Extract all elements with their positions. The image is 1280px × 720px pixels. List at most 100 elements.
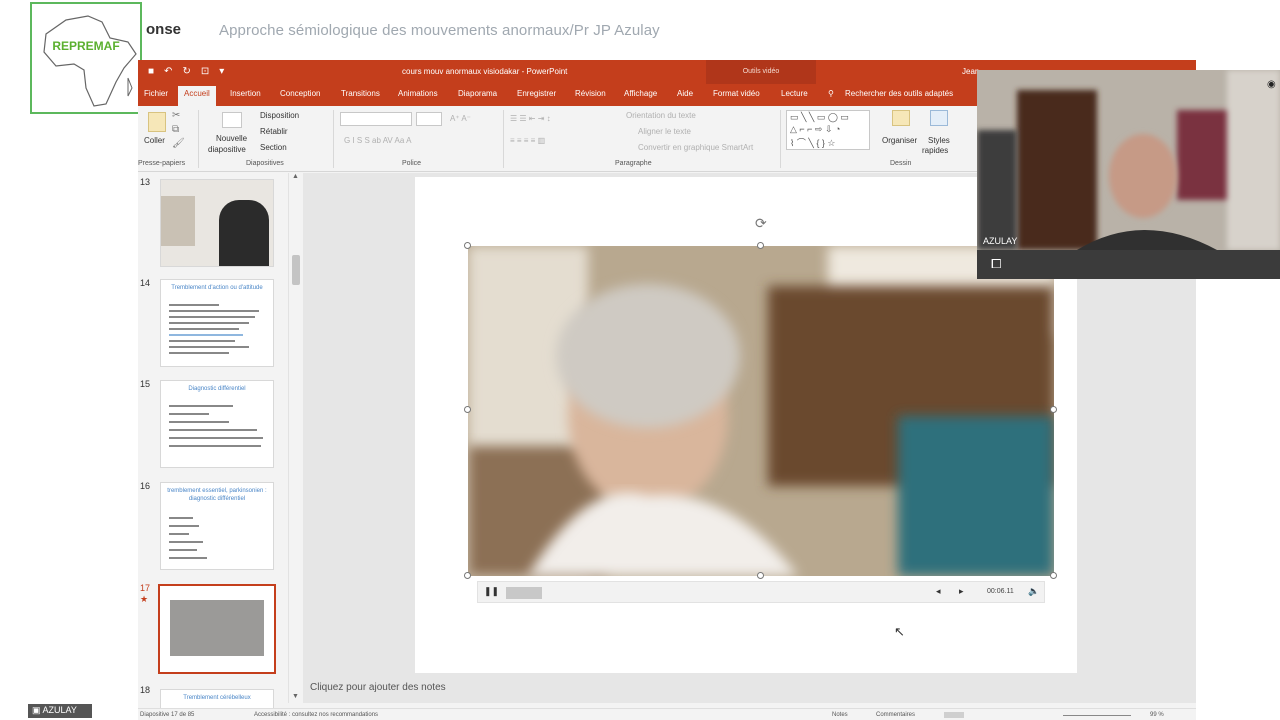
tab-video-format[interactable]: Format vidéo — [713, 89, 760, 98]
customize-icon[interactable]: ▾ — [219, 66, 224, 77]
quick-styles-label-1[interactable]: Styles — [928, 136, 950, 145]
arrange-icon[interactable] — [892, 110, 910, 126]
layout-button[interactable]: Disposition — [260, 111, 299, 120]
tab-insert[interactable]: Insertion — [230, 89, 261, 98]
reset-button[interactable]: Rétablir — [260, 127, 288, 136]
slide-thumbnail-15[interactable]: Diagnostic différentiel — [160, 380, 274, 468]
paste-icon[interactable] — [148, 112, 166, 132]
slideshow-icon[interactable]: ⊡ — [201, 66, 209, 77]
pause-icon[interactable]: ❚❚ — [484, 586, 499, 597]
tab-file[interactable]: Fichier — [144, 89, 168, 98]
text-direction-button[interactable]: Orientation du texte — [626, 111, 696, 120]
normal-view-icon[interactable] — [944, 712, 964, 718]
africa-map-icon — [43, 15, 137, 107]
bold-italic-icons[interactable]: G I S S ab AV Aa A — [344, 136, 411, 145]
thumb-text-line — [169, 421, 229, 423]
arrange-button[interactable]: Organiser — [882, 136, 917, 145]
thumb-text-line — [169, 517, 193, 519]
align-icons[interactable]: ≡ ≡ ≡ ≡ ▥ — [510, 136, 545, 145]
scrollbar-thumb[interactable] — [292, 255, 300, 285]
tab-animations[interactable]: Animations — [398, 89, 438, 98]
group-drawing: Dessin — [890, 160, 912, 167]
separator — [198, 110, 199, 168]
app-brand: onse — [146, 21, 182, 38]
slide-thumbnail-14[interactable]: Tremblement d'action ou d'attitude — [160, 279, 274, 367]
section-button[interactable]: Section — [260, 143, 287, 152]
notes-placeholder[interactable]: Cliquez pour ajouter des notes — [310, 682, 446, 693]
paste-button[interactable]: Coller — [144, 136, 165, 145]
tab-help[interactable]: Aide — [677, 89, 693, 98]
scroll-up-icon[interactable]: ▲ — [292, 173, 299, 180]
slide-thumbnail-16[interactable]: tremblement essentiel, parkinsonien : di… — [160, 482, 274, 570]
slide-thumbnail-17[interactable] — [158, 584, 276, 674]
quick-styles-icon[interactable] — [930, 110, 948, 126]
font-grow-icon[interactable]: A⁺ A⁻ — [450, 114, 471, 123]
volume-icon[interactable]: 🔈 — [1028, 586, 1039, 597]
align-text-button[interactable]: Aligner le texte — [638, 127, 691, 136]
shapes-icons-row2[interactable]: △ ⌐ ⌐ ⇨ ⇩ ◔ — [790, 124, 840, 135]
group-clipboard: Presse-papiers — [138, 160, 186, 167]
tab-slideshow[interactable]: Diaporama — [458, 89, 497, 98]
rotate-handle-icon[interactable]: ⟳ — [755, 215, 767, 232]
new-slide-icon[interactable] — [222, 112, 242, 128]
video-progress-bar[interactable] — [506, 587, 542, 599]
step-forward-icon[interactable]: ▸ — [959, 586, 964, 597]
scroll-down-icon[interactable]: ▼ — [292, 693, 299, 700]
accessibility-status[interactable]: Accessibilité : consultez nos recommanda… — [254, 712, 378, 718]
tab-transitions[interactable]: Transitions — [341, 89, 380, 98]
notes-button[interactable]: Notes — [832, 712, 848, 718]
thumb-text-line — [169, 310, 259, 312]
video-time: 00:06.11 — [987, 588, 1014, 595]
thumb-person — [219, 200, 269, 266]
resize-handle[interactable] — [757, 242, 764, 249]
cut-icon[interactable]: ✂ — [172, 110, 180, 121]
resize-handle[interactable] — [464, 406, 471, 413]
zoom-level[interactable]: 99 % — [1150, 712, 1164, 718]
cam-options-icon[interactable]: ◉ — [1267, 79, 1276, 90]
resize-handle[interactable] — [464, 242, 471, 249]
resize-handle[interactable] — [464, 572, 471, 579]
tab-home[interactable]: Accueil — [178, 86, 216, 106]
comments-button[interactable]: Commentaires — [876, 712, 915, 718]
list-icons[interactable]: ☰ ☰ ⇤ ⇥ ↕ — [510, 114, 551, 123]
new-slide-label-2[interactable]: diapositive — [208, 145, 246, 154]
resize-handle[interactable] — [1050, 406, 1057, 413]
font-size-box[interactable] — [416, 112, 442, 126]
undo-icon[interactable]: ↶ — [164, 66, 172, 77]
tab-view[interactable]: Affichage — [624, 89, 657, 98]
shapes-icons-row3[interactable]: ⌇ ⌒ ╲ { } ☆ — [790, 136, 835, 149]
separator — [780, 110, 781, 168]
format-painter-icon[interactable]: 🖌 — [172, 138, 185, 149]
font-name-box[interactable] — [340, 112, 412, 126]
repremaf-logo: REPREMAF — [30, 2, 142, 114]
webcam-tile: ◉ AZULAY ⧠ — [977, 70, 1280, 279]
quick-styles-label-2[interactable]: rapides — [922, 146, 948, 155]
thumb-text-line — [169, 328, 239, 330]
tab-design[interactable]: Conception — [280, 89, 320, 98]
redo-icon[interactable]: ↻ — [182, 66, 190, 77]
tab-record[interactable]: Enregistrer — [517, 89, 556, 98]
mouse-cursor-icon: ↖ — [894, 624, 905, 639]
slide-thumbnail-18[interactable]: Tremblement cérébelleux — [160, 689, 274, 709]
new-slide-label-1[interactable]: Nouvelle — [216, 134, 247, 143]
copy-icon[interactable]: ⧉ — [172, 124, 179, 135]
tab-playback[interactable]: Lecture — [781, 89, 808, 98]
camera-icon[interactable]: ⧠ — [991, 256, 1001, 272]
tell-me-search[interactable]: Rechercher des outils adaptés — [845, 89, 953, 98]
search-icon[interactable]: ⚲ — [828, 89, 834, 98]
thumb-text-line — [169, 549, 197, 551]
tab-review[interactable]: Révision — [575, 89, 606, 98]
save-icon[interactable]: ■ — [148, 66, 154, 77]
smartart-button[interactable]: Convertir en graphique SmartArt — [638, 143, 753, 152]
step-back-icon[interactable]: ◂ — [936, 586, 941, 597]
logo-text: REPREMAF — [52, 39, 120, 53]
thumb-title: Diagnostic différentiel — [188, 386, 246, 392]
shapes-icons[interactable]: ▭ ╲ ╲ ▭ ◯ ▭ — [790, 112, 849, 123]
zoom-slider[interactable] — [1063, 715, 1131, 716]
resize-handle[interactable] — [1050, 572, 1057, 579]
video-frame[interactable] — [468, 246, 1054, 576]
thumbnails-scrollbar[interactable]: ▲ ▼ — [288, 173, 302, 703]
resize-handle[interactable] — [757, 572, 764, 579]
slide-thumbnail-13[interactable] — [160, 179, 274, 267]
webcam-video — [977, 70, 1280, 279]
